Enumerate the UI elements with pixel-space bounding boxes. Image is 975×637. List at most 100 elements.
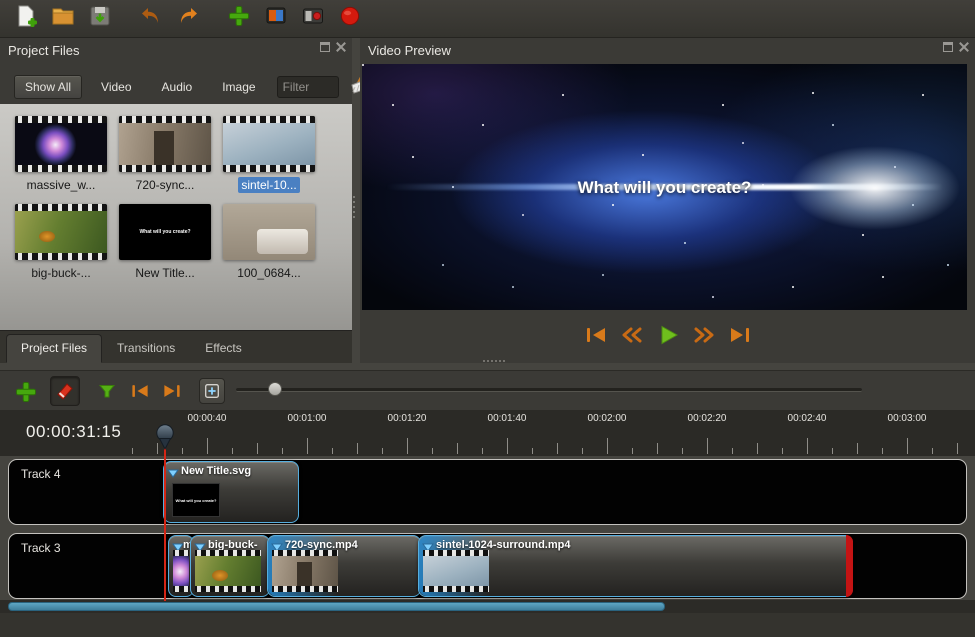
left-panel-tabs: Project Files Transitions Effects [0,330,352,363]
file-item-720-sync[interactable]: 720-sync... [113,116,217,200]
file-label: 720-sync... [113,178,217,192]
fast-forward-button[interactable] [689,322,719,348]
video-overlay-text: What will you create? [362,178,967,198]
new-project-button[interactable] [12,5,40,33]
ruler-label: 00:00:40 [177,413,237,424]
track-4[interactable]: Track 4 New Title.svg What will you crea… [8,459,967,525]
tab-project-files[interactable]: Project Files [6,334,102,363]
jump-start-button[interactable] [128,380,152,402]
redo-button[interactable] [174,5,202,33]
razor-icon [54,380,76,402]
status-area [0,613,975,637]
ruler-label: 00:02:40 [777,413,837,424]
file-item-massive[interactable]: massive_w... [9,116,113,200]
import-files-button[interactable] [225,5,253,33]
profile-icon [264,4,288,33]
main-toolbar [0,0,975,38]
export-video-icon [301,4,325,33]
timeline-scrollbar-thumb[interactable] [8,602,665,611]
ruler-label: 00:01:40 [477,413,537,424]
close-panel-icon[interactable] [336,42,346,52]
clip-big-buck[interactable]: big-buck- [190,535,270,597]
project-files-panel: Project Files Show All Video Audio Image… [0,38,352,363]
clip-thumbnail [272,550,338,592]
open-folder-icon [51,4,75,33]
center-playhead-button[interactable] [199,378,225,404]
ruler-label: 00:02:00 [577,413,637,424]
clip-thumb-text: What will you create? [176,498,217,503]
clip-sintel[interactable]: sintel-1024-surround.mp4 [418,535,853,597]
seek-start-button[interactable] [581,322,611,348]
clip-new-title[interactable]: New Title.svg What will you create? [163,461,299,523]
center-icon [203,382,221,400]
seek-end-button[interactable] [725,322,755,348]
ruler-label: 00:03:00 [877,413,937,424]
save-project-button[interactable] [86,5,114,33]
filter-input[interactable] [277,76,339,98]
play-button[interactable] [653,322,683,348]
jump-end-button[interactable] [160,380,184,402]
filter-bar: Show All Video Audio Image [0,72,352,102]
zoom-slider-handle[interactable] [268,382,282,396]
file-thumbnail [223,116,315,172]
undo-icon [139,4,163,33]
add-track-button[interactable] [13,379,39,405]
filter-video-button[interactable]: Video [90,75,142,99]
file-item-new-title[interactable]: What will you create? New Title... [113,204,217,288]
track-3[interactable]: Track 3 m big-buck- 720-sync.mp4 s [8,533,967,599]
plus-icon [14,380,38,404]
undo-button[interactable] [137,5,165,33]
chevron-down-icon[interactable] [167,465,179,483]
clip-thumbnail [195,550,261,592]
playback-controls [360,318,975,352]
file-thumbnail [15,204,107,260]
seek-start-icon [129,382,151,400]
file-thumbnail [119,116,211,172]
file-thumbnail: What will you create? [119,204,211,260]
arrow-tool-button[interactable] [96,380,118,402]
zoom-slider[interactable] [236,388,862,392]
file-item-big-buck[interactable]: big-buck-... [9,204,113,288]
file-thumbnail [15,116,107,172]
tab-effects[interactable]: Effects [190,334,256,363]
choose-profile-button[interactable] [262,5,290,33]
ruler-label: 00:01:20 [377,413,437,424]
record-button[interactable] [336,5,364,33]
project-files-header: Project Files [0,38,352,62]
float-panel-icon[interactable] [943,42,953,52]
new-project-icon [14,4,38,33]
clip-720-sync[interactable]: 720-sync.mp4 [267,535,421,597]
file-thumbnail [223,204,315,260]
video-preview-frame: What will you create? [362,64,967,310]
close-panel-icon[interactable] [959,42,969,52]
seek-end-icon [161,382,183,400]
record-icon [338,4,362,33]
video-preview-header: Video Preview [360,38,975,62]
file-item-100-0684[interactable]: 100_0684... [217,204,321,288]
clip-right-trim-handle[interactable] [846,535,853,597]
video-preview-title: Video Preview [360,43,451,58]
filter-image-button[interactable]: Image [211,75,266,99]
horizontal-splitter-handle[interactable] [483,360,485,362]
tab-transitions[interactable]: Transitions [102,334,190,363]
panel-splitter-handle[interactable] [353,196,355,198]
file-label: big-buck-... [9,266,113,280]
project-files-grid: massive_w... 720-sync... sintel-10... bi… [0,104,352,356]
save-icon [88,4,112,33]
video-preview-panel: Video Preview What will you create? [360,38,975,363]
playhead-timecode: 00:00:31:15 [26,422,121,442]
filter-audio-button[interactable]: Audio [151,75,204,99]
playhead-line [164,448,166,601]
rewind-button[interactable] [617,322,647,348]
razor-tool-button[interactable] [50,376,80,406]
file-item-sintel[interactable]: sintel-10... [217,116,321,200]
funnel-icon [97,381,117,401]
timeline-scrollbar[interactable] [0,600,975,613]
plus-icon [227,4,251,33]
playhead-marker[interactable] [155,423,175,456]
timeline-ruler[interactable]: 00:00:31:15 00:00:40 00:01:00 00:01:20 0… [0,410,975,456]
open-project-button[interactable] [49,5,77,33]
filter-show-all-button[interactable]: Show All [14,75,82,99]
export-video-button[interactable] [299,5,327,33]
float-panel-icon[interactable] [320,42,330,52]
